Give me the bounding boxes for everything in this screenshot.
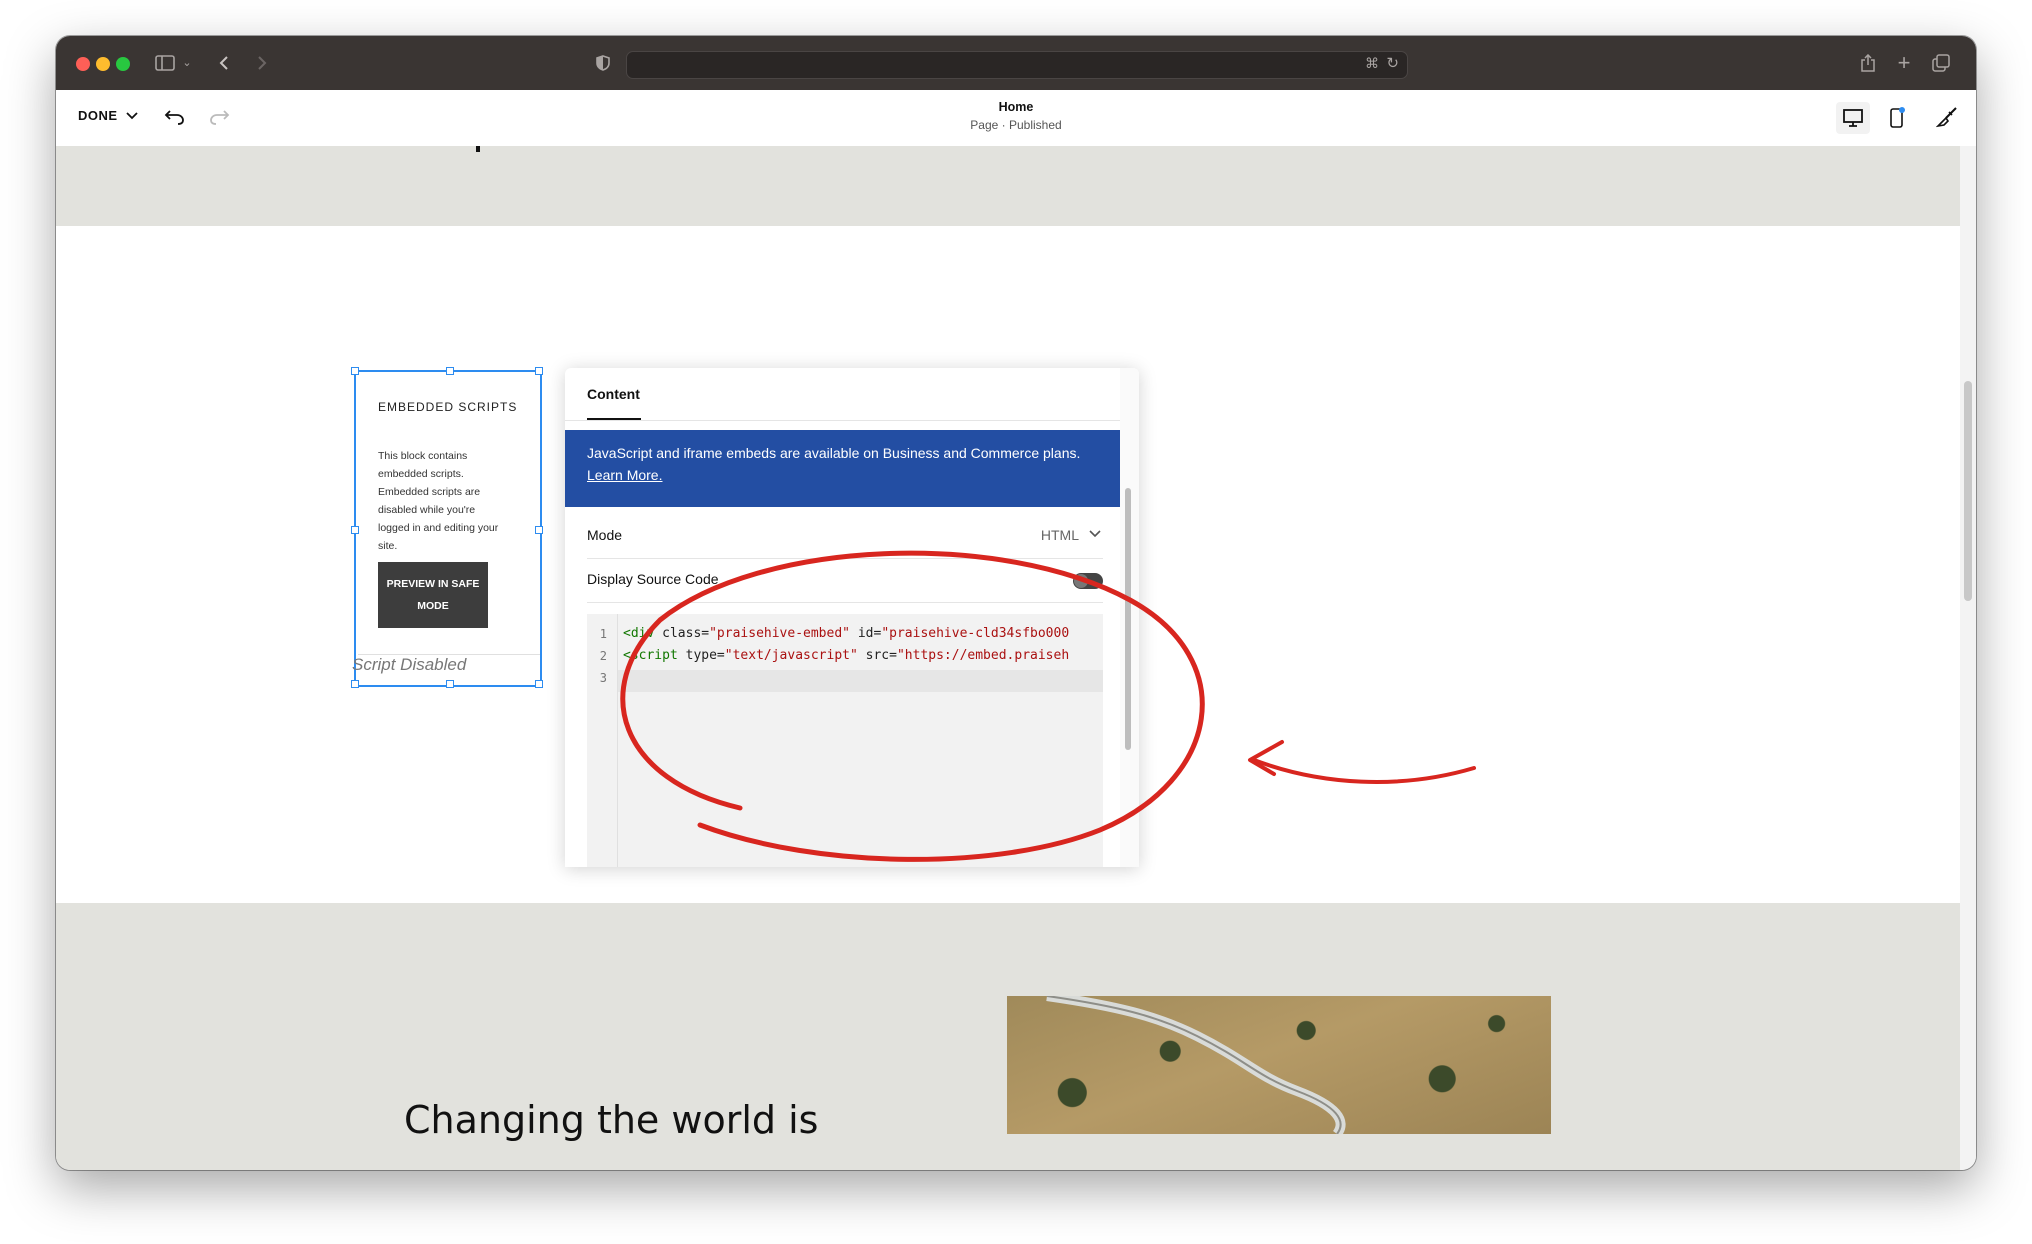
display-source-toggle[interactable] bbox=[1073, 573, 1103, 589]
line-number: 2 bbox=[599, 649, 607, 663]
browser-titlebar: ⌄ ⌘ ↻ + bbox=[56, 36, 1976, 91]
line-number: 3 bbox=[599, 671, 607, 685]
mode-row[interactable]: Mode HTML bbox=[587, 514, 1103, 559]
panel-scrollbar-thumb[interactable] bbox=[1125, 488, 1131, 750]
landscape-photo bbox=[1007, 996, 1551, 1134]
page-scrollbar-track bbox=[1960, 146, 1976, 1170]
script-disabled-text: Script Disabled bbox=[352, 655, 467, 674]
preview-safe-mode-button[interactable]: PREVIEW IN SAFE MODE bbox=[378, 562, 488, 628]
zoom-window-button[interactable] bbox=[116, 57, 130, 71]
code-editor[interactable]: 1 <div class="praisehive-embed" id="prais… bbox=[587, 614, 1103, 867]
text-fragment bbox=[476, 146, 480, 152]
mode-value[interactable]: HTML bbox=[1041, 527, 1079, 543]
translate-icon[interactable]: ⌘ bbox=[1365, 55, 1379, 72]
resize-handle-tl[interactable] bbox=[351, 367, 359, 375]
embed-heading: EMBEDDED SCRIPTS bbox=[378, 400, 518, 414]
back-icon[interactable] bbox=[214, 50, 234, 76]
address-bar[interactable]: ⌘ ↻ bbox=[626, 51, 1408, 79]
forward-icon[interactable] bbox=[252, 50, 272, 76]
code-line: <script type="text/javascript" src="http… bbox=[623, 648, 1070, 663]
tabs-icon[interactable] bbox=[1930, 50, 1952, 76]
tab-content[interactable]: Content bbox=[587, 386, 640, 402]
banner-text: JavaScript and iframe embeds are availab… bbox=[587, 445, 1081, 461]
section-headline: Changing the world is bbox=[404, 1098, 819, 1142]
page-title: Home bbox=[998, 100, 1034, 114]
minimize-window-button[interactable] bbox=[96, 57, 110, 71]
sidebar-menu-chevron-icon[interactable]: ⌄ bbox=[180, 50, 194, 76]
active-line-highlight bbox=[617, 670, 1103, 692]
share-icon[interactable] bbox=[1858, 50, 1878, 76]
resize-handle-b[interactable] bbox=[446, 680, 454, 688]
page-status: Page · Published bbox=[970, 118, 1062, 132]
resize-handle-br[interactable] bbox=[535, 680, 543, 688]
close-window-button[interactable] bbox=[76, 57, 90, 71]
display-source-label: Display Source Code bbox=[587, 571, 719, 587]
resize-handle-r[interactable] bbox=[535, 526, 543, 534]
tab-divider bbox=[565, 420, 1139, 421]
desktop-icon bbox=[1843, 109, 1863, 127]
content-panel: Content JavaScript and iframe embeds are… bbox=[565, 368, 1139, 867]
embed-block[interactable]: EMBEDDED SCRIPTS This block contains emb… bbox=[351, 367, 543, 688]
toggle-knob bbox=[1074, 574, 1088, 588]
mode-label: Mode bbox=[587, 527, 623, 543]
editor-toolbar: DONE Home Page · Published bbox=[56, 90, 1976, 147]
resize-handle-tr[interactable] bbox=[535, 367, 543, 375]
preview-button-label: PREVIEW IN SAFE MODE bbox=[386, 578, 480, 612]
sidebar-icon[interactable] bbox=[152, 50, 178, 76]
resize-handle-bl[interactable] bbox=[351, 680, 359, 688]
mobile-view-button[interactable] bbox=[1884, 102, 1910, 134]
resize-handle-l[interactable] bbox=[351, 526, 359, 534]
shield-icon[interactable] bbox=[592, 50, 614, 76]
display-source-row: Display Source Code bbox=[587, 558, 1103, 603]
page-scrollbar-thumb[interactable] bbox=[1964, 381, 1972, 601]
desktop-view-button[interactable] bbox=[1836, 102, 1870, 134]
plan-banner: JavaScript and iframe embeds are availab… bbox=[565, 430, 1123, 507]
chevron-down-icon[interactable] bbox=[1089, 527, 1101, 541]
new-tab-icon[interactable]: + bbox=[1894, 50, 1914, 76]
brush-icon[interactable] bbox=[1935, 106, 1958, 133]
line-number: 1 bbox=[599, 627, 607, 641]
reload-icon[interactable]: ↻ bbox=[1386, 54, 1399, 72]
mobile-icon bbox=[1890, 107, 1905, 128]
resize-handle-t[interactable] bbox=[446, 367, 454, 375]
learn-more-link[interactable]: Learn More. bbox=[587, 467, 662, 483]
embed-description: This block contains embedded scripts. Em… bbox=[378, 450, 499, 552]
code-line: <div class="praisehive-embed" id="praise… bbox=[623, 626, 1070, 641]
page-section-top bbox=[56, 146, 1960, 226]
embed-card: EMBEDDED SCRIPTS This block contains emb… bbox=[358, 374, 540, 655]
